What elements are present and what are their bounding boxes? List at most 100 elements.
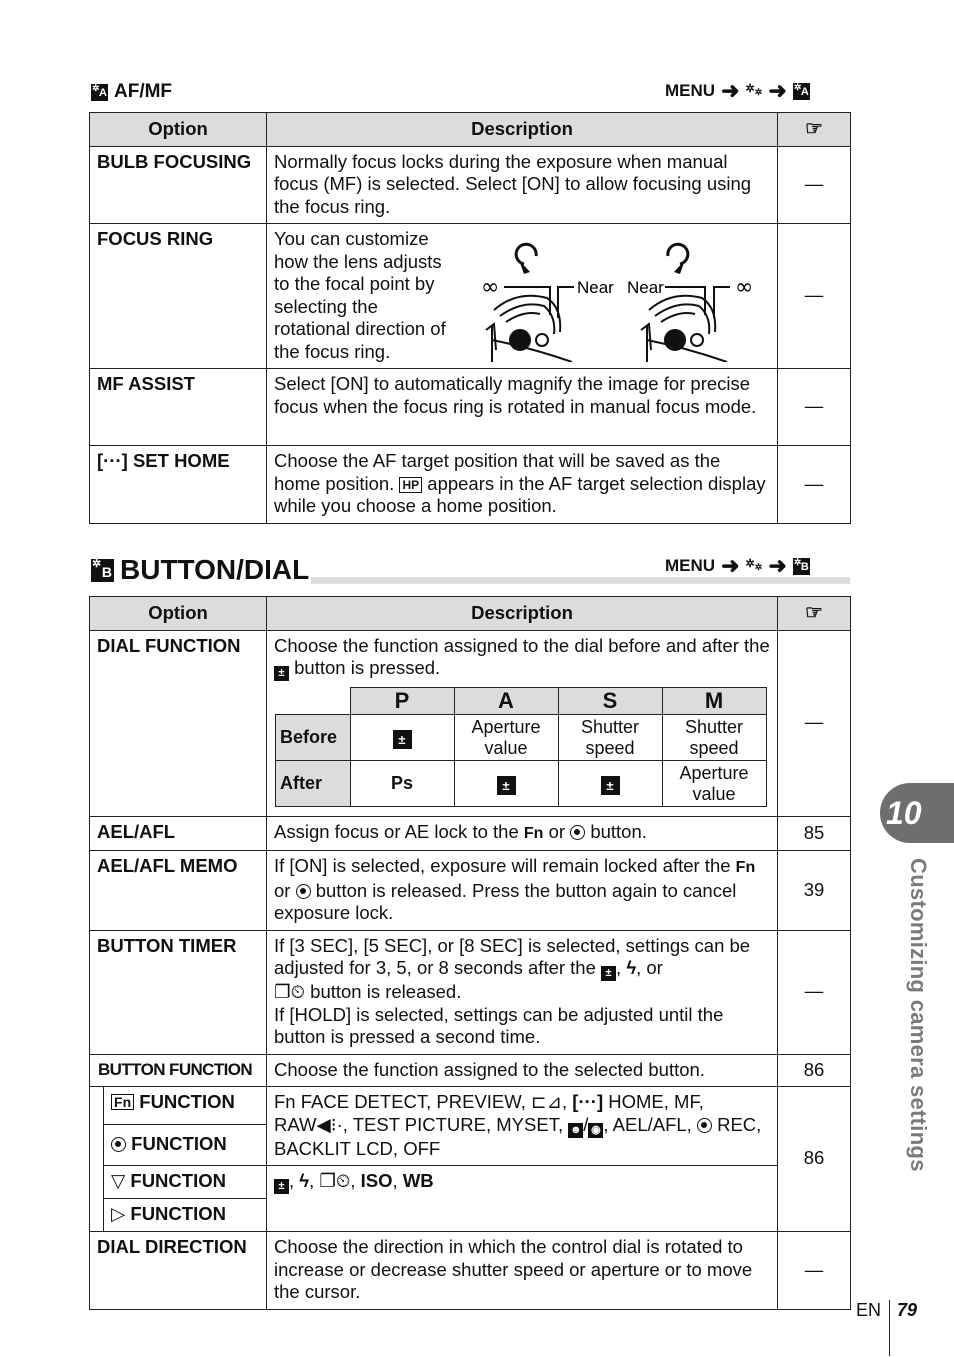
sub-option-label: FUNCTION xyxy=(130,1203,226,1224)
fn-button-icon: Fn xyxy=(523,824,544,842)
reference-cell: — xyxy=(777,223,851,369)
table-row: BUTTON TIMER If [3 SEC], [5 SEC], or [8 … xyxy=(89,929,851,1055)
description-header: Description xyxy=(266,596,778,631)
description-cell: Fn FACE DETECT, PREVIEW, ⊏⊿, [···] HOME,… xyxy=(266,1086,778,1166)
option-header: Option xyxy=(89,112,267,147)
pointing-hand-icon: ☞ xyxy=(805,118,823,140)
near-label: Near xyxy=(577,278,614,297)
table-row: AEL/AFL Assign focus or AE lock to the F… xyxy=(89,815,851,851)
table-row: BUTTON FUNCTION Choose the function assi… xyxy=(89,1053,851,1087)
menu-path-b: MENU ➜ ✲✲ ➜ ✲ B xyxy=(665,555,810,577)
exposure-compensation-icon: ± xyxy=(601,966,617,981)
reference-cell: — xyxy=(777,929,851,1055)
flash-icon: ϟ xyxy=(626,957,637,978)
description-text: , AEL/AFL, xyxy=(603,1113,692,1135)
down-triangle-icon: ▽ xyxy=(111,1170,126,1191)
row-label-after: After xyxy=(275,760,351,807)
live-view-icon: ⊏⊿ xyxy=(531,1091,563,1112)
option-cell: AEL/AFL xyxy=(89,815,267,851)
arrow-right-icon: ➜ xyxy=(721,553,740,578)
gears-icon: ✲✲ xyxy=(745,558,763,573)
description-text: button is released. xyxy=(310,981,462,1002)
gears-icon: ✲✲ xyxy=(745,83,763,98)
option-cell: BUTTON TIMER xyxy=(89,929,267,1055)
mode-header-m: M xyxy=(661,687,767,715)
table-row: DIAL FUNCTION Choose the function assign… xyxy=(89,629,851,817)
table-header-row: Option Description ☞ xyxy=(89,596,851,631)
description-text: If [3 SEC], [5 SEC], or [8 SEC] is selec… xyxy=(274,934,751,979)
description-cell: If [ON] is selected, exposure will remai… xyxy=(266,850,778,931)
menu-label: MENU xyxy=(665,556,716,575)
page-footer: EN 79 xyxy=(856,1300,917,1356)
menu-label: MENU xyxy=(665,81,716,100)
sub-option-label: FUNCTION xyxy=(130,1170,226,1191)
fn-button-icon: Fn xyxy=(735,859,756,876)
iso-label: ISO xyxy=(360,1170,393,1191)
description-text: Fn FACE DETECT, PREVIEW, xyxy=(274,1091,526,1112)
description-header: Description xyxy=(266,112,778,147)
description-text: HOME, MF, xyxy=(608,1091,704,1112)
row-label-before: Before xyxy=(275,714,351,761)
right-triangle-icon: ▷ xyxy=(111,1203,126,1224)
infinity-label: ∞ xyxy=(735,275,753,300)
sub-option-label: FUNCTION xyxy=(131,1133,227,1155)
arrow-right-icon: ➜ xyxy=(768,78,787,103)
arrow-right-icon: ➜ xyxy=(768,553,787,578)
description-cell: Choose the direction in which the contro… xyxy=(266,1231,778,1310)
reference-cell: — xyxy=(777,368,851,446)
description-text: button is released. Press the button aga… xyxy=(274,879,737,924)
mode-cell: Aperture value xyxy=(661,760,767,807)
option-cell: DIAL DIRECTION xyxy=(89,1231,267,1310)
description-text: , TEST PICTURE, MYSET, xyxy=(342,1113,564,1135)
rec-button-icon xyxy=(295,883,311,899)
section-title-text: AF/MF xyxy=(114,81,173,102)
page-number: 79 xyxy=(889,1300,917,1356)
description-cell: Choose the function assigned to the sele… xyxy=(266,1053,778,1087)
description-cell: ±, ϟ, ❐⏲, ISO, WB xyxy=(266,1165,778,1232)
camera-lens-sketch xyxy=(485,294,573,362)
description-text: or xyxy=(274,879,291,901)
mode-cell: Aperture value xyxy=(453,714,559,761)
mode-cell: ± xyxy=(557,760,663,807)
table-header-row: Option Description ☞ xyxy=(89,112,851,147)
custom-menu-b-icon: ✲ B xyxy=(792,556,810,575)
table-row: BULB FOCUSING Normally focus locks durin… xyxy=(89,145,851,224)
before-row: Before ± Aperture value Shutter speed Sh… xyxy=(275,714,767,761)
hp-badge-icon: HP xyxy=(399,476,423,493)
indent-cell xyxy=(88,1086,105,1232)
description-text: or xyxy=(548,820,566,842)
mode-cell: ± xyxy=(453,760,559,807)
reference-cell: — xyxy=(777,145,851,224)
chapter-tab[interactable]: 10 xyxy=(880,783,954,843)
custom-menu-a-icon: ✲ A xyxy=(792,81,810,100)
section-title-text: BUTTON/DIAL xyxy=(120,554,310,585)
fn-button-icon: Fn xyxy=(111,1094,135,1110)
rec-button-icon xyxy=(696,1117,712,1133)
option-cell: BUTTON FUNCTION xyxy=(89,1053,267,1087)
mode-header-a: A xyxy=(453,687,559,715)
option-cell: MF ASSIST xyxy=(89,368,267,446)
description-cell: Normally focus locks during the exposure… xyxy=(266,145,778,224)
table-row: FOCUS RING You can customize how the len… xyxy=(89,223,851,369)
option-cell: BULB FOCUSING xyxy=(89,145,267,224)
reference-cell: — xyxy=(777,1231,851,1310)
exposure-compensation-icon: ± xyxy=(274,1179,289,1194)
after-row: After Ps ± ± Aperture value xyxy=(275,760,767,807)
description-text: Choose the function assigned to the dial… xyxy=(274,634,770,656)
mode-header-s: S xyxy=(557,687,663,715)
reference-cell: 85 xyxy=(777,815,851,851)
sub-row: ▽ FUNCTION ±, ϟ, ❐⏲, ISO, WB xyxy=(90,1165,851,1232)
flash-icon: ϟ xyxy=(299,1170,310,1191)
drive-selftimer-icon: ❐⏲ xyxy=(274,981,306,1002)
wb-label: WB xyxy=(402,1170,434,1191)
reference-cell: 86 xyxy=(777,1053,851,1087)
language-label: EN xyxy=(856,1300,882,1320)
description-cell: Choose the AF target position that will … xyxy=(266,445,778,524)
mode-header-p: P xyxy=(349,687,455,715)
reference-cell: 39 xyxy=(777,850,851,931)
description-text: button. xyxy=(590,820,647,842)
focus-ring-illustration: ∞ Near Near ∞ xyxy=(481,242,753,362)
custom-menu-b-icon: ✲ B xyxy=(91,557,114,582)
description-text: Assign focus or AE lock to the xyxy=(274,820,519,842)
description-text: If [ON] is selected, exposure will remai… xyxy=(274,855,731,876)
